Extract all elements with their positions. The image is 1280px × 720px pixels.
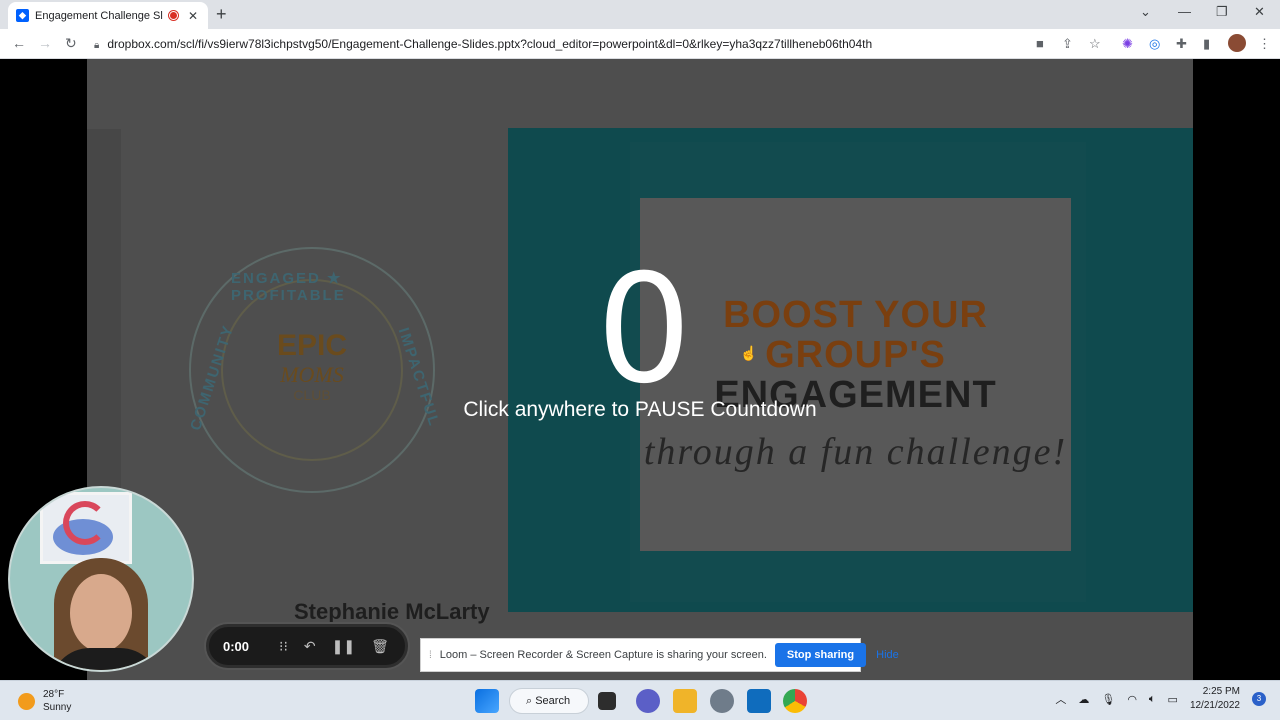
dropbox-icon: ◆ <box>16 9 29 22</box>
presenter-face <box>70 574 132 652</box>
start-icon[interactable] <box>475 689 499 713</box>
volume-icon[interactable]: 🔈︎ <box>1149 693 1156 706</box>
file-explorer-icon[interactable] <box>673 689 697 713</box>
logo-ring-text: ENGAGED ★ PROFITABLE <box>231 270 346 304</box>
art-shape <box>63 501 107 545</box>
reload-icon[interactable]: ↻ <box>65 35 77 52</box>
drawing-tools-icon[interactable]: ⁝⁝ <box>279 638 288 655</box>
share-icon[interactable]: ⇪ <box>1062 36 1073 52</box>
menu-icon[interactable]: ⋮ <box>1258 36 1271 52</box>
sun-icon <box>18 692 35 710</box>
back-icon[interactable]: ← <box>12 35 26 51</box>
pointer-cursor-icon: ☝ <box>740 345 758 361</box>
forward-icon[interactable]: → <box>38 35 52 51</box>
recording-timer: 0:00 <box>223 638 250 654</box>
chat-icon[interactable] <box>636 689 660 713</box>
notification-badge[interactable]: 3 <box>1252 692 1266 706</box>
restart-icon[interactable]: ↶ <box>304 638 316 655</box>
headline-line: BOOST YOUR <box>723 294 988 336</box>
pause-icon[interactable]: ❚❚ <box>332 638 355 655</box>
taskbar-search[interactable]: ⌕ Search <box>509 688 589 714</box>
screen-sharing-bar: ⁞ Loom – Screen Recorder & Screen Captur… <box>420 638 899 672</box>
search-label: Search <box>535 695 571 707</box>
clock-time: 2:25 PM <box>1202 686 1240 697</box>
loom-controls: 0:00 ⁝⁝ ↶ ❚❚ 🗑︎ <box>206 624 408 668</box>
profile-avatar[interactable] <box>1228 34 1246 52</box>
puzzle-icon[interactable]: ✚ <box>1176 36 1187 52</box>
microphone-icon[interactable]: 🎙︎ <box>1101 693 1115 706</box>
onedrive-icon[interactable]: ☁ <box>1078 693 1089 706</box>
bookmark-star-icon[interactable]: ☆ <box>1089 36 1101 52</box>
stop-sharing-button[interactable]: Stop sharing <box>774 643 867 667</box>
new-tab-button[interactable]: + <box>216 4 227 25</box>
sharing-message: Loom – Screen Recorder & Screen Capture … <box>439 649 767 661</box>
logo-moms: MOMS <box>280 362 344 387</box>
drag-handle-icon[interactable]: ⁞ <box>429 650 432 661</box>
countdown-number[interactable]: 0 <box>591 245 697 415</box>
logo-epic: EPIC <box>276 329 348 362</box>
loom-camera-bubble[interactable] <box>8 486 194 672</box>
side-panel-icon[interactable]: ▮ <box>1203 36 1210 52</box>
headline-script: through a fun challenge! <box>643 431 1068 473</box>
extension-icon[interactable]: ◎ <box>1149 36 1160 52</box>
minimize-icon[interactable]: — <box>1178 4 1191 19</box>
browser-toolbar: ← → ↻ 🔒︎ dropbox.com/scl/fi/vs9ierw78l3ic… <box>0 29 1280 59</box>
battery-icon[interactable]: ▭ <box>1168 693 1178 706</box>
pause-countdown-message[interactable]: Click anywhere to PAUSE Countdown <box>380 398 900 422</box>
delete-icon[interactable]: 🗑︎ <box>371 638 389 655</box>
close-tab-icon[interactable]: ✕ <box>188 9 198 23</box>
address-bar[interactable]: 🔒︎ dropbox.com/scl/fi/vs9ierw78l3ichpstvg… <box>94 33 1024 55</box>
browser-tab-strip: ◆ Engagement Challenge Slides ✕ + ⌄ — ❐ … <box>0 0 1280 29</box>
search-icon: ⌕ <box>526 695 536 707</box>
weather-widget[interactable]: 28°F Sunny <box>18 688 71 714</box>
recording-indicator-icon <box>169 11 178 20</box>
url-text: dropbox.com/scl/fi/vs9ierw78l3ichpstvg50… <box>107 37 873 51</box>
wifi-icon[interactable]: ◠ <box>1127 693 1137 706</box>
headline-line: GROUP'S <box>765 334 946 376</box>
headline-card: BOOST YOUR GROUP'S ENGAGEMENT through a … <box>640 198 1071 551</box>
browser-tab[interactable]: ◆ Engagement Challenge Slides ✕ <box>8 2 208 29</box>
wall-art <box>40 492 132 564</box>
clock[interactable]: 2:25 PM 12/21/2022 <box>1190 685 1240 713</box>
clock-date: 12/21/2022 <box>1189 700 1240 711</box>
camera-icon[interactable]: ■ <box>1036 36 1044 51</box>
outlook-icon[interactable] <box>747 689 771 713</box>
settings-icon[interactable] <box>710 689 734 713</box>
maximize-icon[interactable]: ❐ <box>1216 4 1228 20</box>
presenter-name: Stephanie McLarty <box>294 599 490 624</box>
temperature: 28°F <box>43 689 65 700</box>
weather-condition: Sunny <box>43 702 72 713</box>
hide-button[interactable]: Hide <box>876 649 899 661</box>
taskbar: 28°F Sunny ⌕ Search ︿ ☁ 🎙︎ ◠ 🔈︎ ▭ 2:25 P… <box>0 680 1280 720</box>
system-tray: ︿ ☁ 🎙︎ ◠ 🔈︎ ▭ 2:25 PM 12/21/2022 3 <box>1055 685 1266 713</box>
tab-title: Engagement Challenge Slides <box>35 9 163 22</box>
chrome-icon[interactable] <box>783 689 807 713</box>
show-hidden-icons-icon[interactable]: ︿ <box>1055 691 1066 707</box>
club-logo: ENGAGED ★ PROFITABLE COMMUNITY IMPACTFUL… <box>187 247 443 493</box>
close-window-icon[interactable]: ✕ <box>1254 4 1265 20</box>
lock-icon: 🔒︎ <box>94 40 100 51</box>
task-view-icon[interactable] <box>598 692 616 710</box>
extension-icon[interactable]: ✺ <box>1122 36 1133 52</box>
tab-search-icon[interactable]: ⌄ <box>1140 4 1151 20</box>
